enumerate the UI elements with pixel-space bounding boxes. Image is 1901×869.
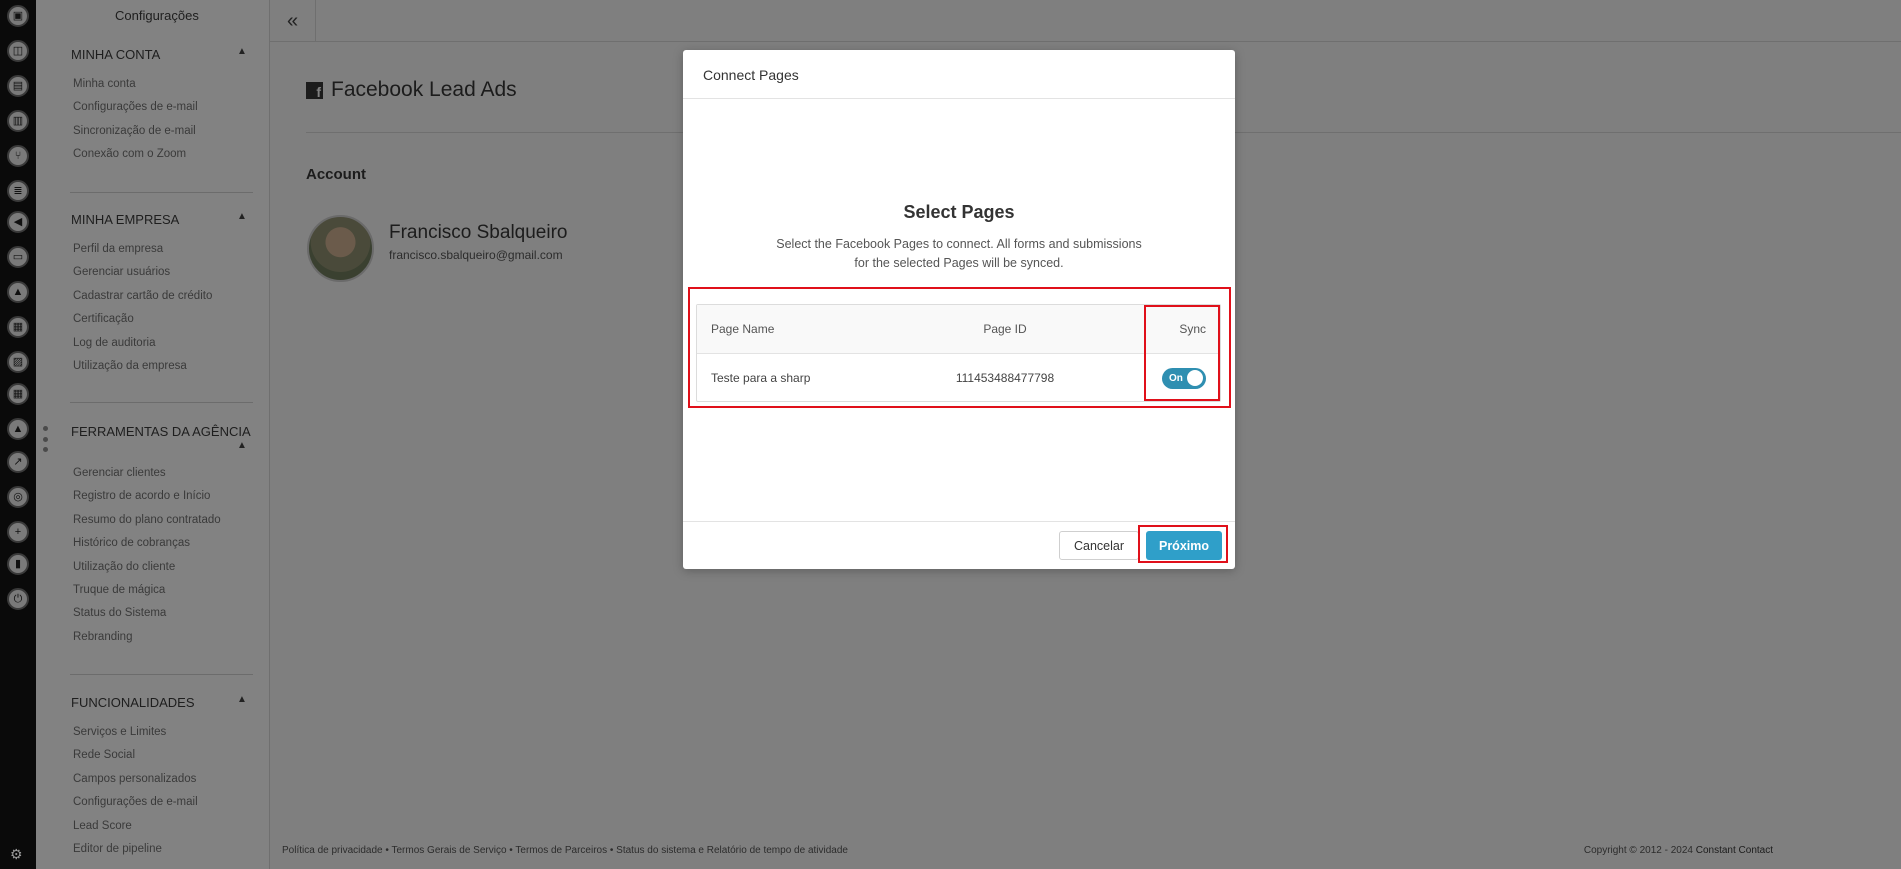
sidebar-item-perfil-empresa[interactable]: Perfil da empresa — [73, 243, 163, 255]
sidebar-item-rede-social[interactable]: Rede Social — [73, 749, 135, 761]
chevron-up-icon[interactable]: ▲ — [237, 694, 247, 705]
next-button[interactable]: Próximo — [1146, 531, 1222, 560]
modal-title: Connect Pages — [683, 50, 1235, 99]
sidebar-item-certificacao[interactable]: Certificação — [73, 313, 134, 325]
sidebar-item-utilizacao-cliente[interactable]: Utilização do cliente — [73, 561, 175, 573]
brand-link[interactable]: Constant Contact — [1696, 845, 1773, 856]
branch-icon[interactable]: ⑂ — [7, 145, 29, 167]
account-heading: Account — [306, 166, 366, 183]
user-icon[interactable]: ▣ — [7, 5, 29, 27]
modal-footer: Cancelar Próximo — [683, 521, 1235, 569]
sidebar-item-registro-acordo[interactable]: Registro de acordo e Início — [73, 490, 210, 502]
page-title: f Facebook Lead Ads — [306, 78, 517, 102]
highlight-box — [1144, 305, 1220, 401]
section-ferramentas-agencia[interactable]: FERRAMENTAS DA AGÊNCIA — [71, 424, 251, 439]
section-funcionalidades[interactable]: FUNCIONALIDADES — [71, 695, 195, 710]
chevron-up-icon[interactable]: ▲ — [237, 46, 247, 57]
copyright-text: Copyright © 2012 - 2024 — [1583, 845, 1693, 856]
modal-heading: Select Pages — [903, 202, 1015, 222]
clipboard-icon[interactable]: ▤ — [7, 75, 29, 97]
account-name: Francisco Sbalqueiro — [389, 222, 568, 243]
chat-icon[interactable]: ▭ — [7, 246, 29, 268]
sidebar-item-campos-personalizados[interactable]: Campos personalizados — [73, 773, 196, 785]
sidebar-resize-handle[interactable] — [42, 426, 48, 452]
cancel-button[interactable]: Cancelar — [1059, 531, 1139, 560]
collapse-sidebar-button[interactable]: « — [270, 0, 316, 42]
list-icon[interactable]: ≣ — [7, 180, 29, 202]
add-user-icon[interactable]: + — [7, 521, 29, 543]
icon-rail: ▣ ◫ ▤ ▥ ⑂ ≣ ◀ ▭ ▲ ▦ ▨ ▦ ▲ ↗ ◎ + ▮ ⏻ ⚙ — [0, 0, 36, 869]
sidebar-item-lead-score[interactable]: Lead Score — [73, 820, 132, 832]
sidebar-item-gerenciar-usuarios[interactable]: Gerenciar usuários — [73, 266, 170, 278]
thumbs-up-icon[interactable]: ▲ — [7, 281, 29, 303]
sidebar-title: Configurações — [115, 8, 199, 23]
sidebar-item-status-sistema[interactable]: Status do Sistema — [73, 607, 166, 619]
modal-description: Select the Facebook Pages to connect. Al… — [683, 235, 1235, 273]
description-line: for the selected Pages will be synced. — [854, 256, 1064, 270]
gear-icon[interactable]: ⚙ — [10, 847, 23, 861]
sidebar-item-truque-magica[interactable]: Truque de mágica — [73, 584, 165, 596]
sidebar-item-log-auditoria[interactable]: Log de auditoria — [73, 337, 155, 349]
sidebar-item-cartao-credito[interactable]: Cadastrar cartão de crédito — [73, 290, 212, 302]
divider — [70, 402, 253, 403]
sidebar-item-configuracoes-email-2[interactable]: Configurações de e-mail — [73, 796, 198, 808]
calendar-icon[interactable]: ▦ — [7, 383, 29, 405]
chevron-up-icon[interactable]: ▲ — [237, 440, 247, 451]
section-minha-conta[interactable]: MINHA CONTA — [71, 47, 160, 62]
chevron-up-icon[interactable]: ▲ — [237, 211, 247, 222]
image-icon[interactable]: ▨ — [7, 351, 29, 373]
sidebar-item-historico-cobrancas[interactable]: Histórico de cobranças — [73, 537, 190, 549]
connect-pages-modal: Connect Pages Select Pages Select the Fa… — [683, 50, 1235, 569]
map-icon[interactable]: ▥ — [7, 110, 29, 132]
trend-icon[interactable]: ↗ — [7, 451, 29, 473]
divider — [70, 674, 253, 675]
sidebar-item-sincronizacao-email[interactable]: Sincronização de e-mail — [73, 125, 196, 137]
sidebar-item-conexao-zoom[interactable]: Conexão com o Zoom — [73, 148, 186, 160]
sidebar-item-editor-pipeline[interactable]: Editor de pipeline — [73, 843, 162, 855]
sidebar-item-servicos-limites[interactable]: Serviços e Limites — [73, 726, 166, 738]
sidebar-item-minha-conta[interactable]: Minha conta — [73, 78, 136, 90]
facebook-icon: f — [306, 81, 323, 99]
sidebar-item-configuracoes-email[interactable]: Configurações de e-mail — [73, 101, 198, 113]
divider — [70, 192, 253, 193]
page-title-text: Facebook Lead Ads — [331, 78, 517, 101]
megaphone-icon[interactable]: ◀ — [7, 211, 29, 233]
sidebar-item-rebranding[interactable]: Rebranding — [73, 631, 132, 643]
support-icon[interactable]: ◎ — [7, 486, 29, 508]
footer-copyright: Copyright © 2012 - 2024 Constant Contact — [1584, 845, 1773, 856]
section-minha-empresa[interactable]: MINHA EMPRESA — [71, 212, 179, 227]
account-email: francisco.sbalqueiro@gmail.com — [389, 248, 563, 262]
avatar — [307, 215, 374, 282]
graduation-icon[interactable]: ▲ — [7, 418, 29, 440]
inbox-icon[interactable]: ◫ — [7, 40, 29, 62]
double-chevron-left-icon: « — [286, 9, 299, 32]
video-icon[interactable]: ▦ — [7, 316, 29, 338]
plug-icon[interactable]: ⏻ — [7, 588, 29, 610]
footer-links[interactable]: Política de privacidade • Termos Gerais … — [282, 845, 848, 856]
sidebar-item-gerenciar-clientes[interactable]: Gerenciar clientes — [73, 467, 166, 479]
top-bar: « — [270, 0, 1901, 42]
sidebar-item-utilizacao-empresa[interactable]: Utilização da empresa — [73, 360, 187, 372]
sidebar-item-resumo-plano[interactable]: Resumo do plano contratado — [73, 514, 221, 526]
description-line: Select the Facebook Pages to connect. Al… — [776, 237, 1142, 251]
bar-chart-icon[interactable]: ▮ — [7, 553, 29, 575]
